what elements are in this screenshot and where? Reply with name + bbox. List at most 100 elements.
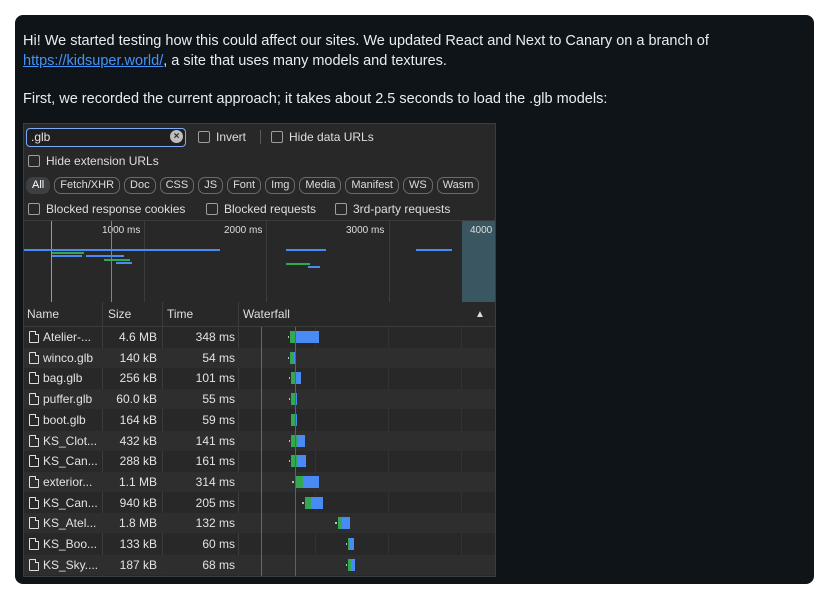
- waterfall-queue: [289, 439, 290, 442]
- blocked-requests-checkbox[interactable]: Blocked requests: [206, 202, 316, 216]
- column-header-time[interactable]: Time: [167, 307, 193, 321]
- sort-ascending-icon[interactable]: ▲: [475, 309, 485, 320]
- third-party-label: 3rd-party requests: [353, 202, 451, 216]
- request-name: KS_Sky....: [43, 557, 99, 572]
- waterfall-queue: [346, 543, 347, 545]
- file-icon: [29, 351, 39, 364]
- network-overview[interactable]: 1000 ms 2000 ms 3000 ms 4000: [24, 220, 495, 303]
- type-filter-img[interactable]: Img: [265, 177, 296, 194]
- column-header-size[interactable]: Size: [108, 307, 131, 321]
- table-row[interactable]: KS_Boo... 133 kB 60 ms: [24, 534, 495, 554]
- overview-bar: [86, 255, 124, 257]
- request-time: 54 ms: [202, 350, 235, 365]
- file-icon: [29, 558, 39, 571]
- type-filter-bar: All Fetch/XHR Doc CSS JS Font Img Media …: [26, 177, 480, 194]
- request-time: 59 ms: [202, 412, 235, 427]
- checkbox-box: [28, 155, 40, 167]
- request-time: 55 ms: [202, 392, 235, 407]
- request-name: KS_Can...: [43, 454, 98, 469]
- type-filter-font[interactable]: Font: [227, 177, 262, 194]
- blocked-requests-label: Blocked requests: [224, 202, 317, 216]
- file-icon: [29, 455, 39, 468]
- request-size: 4.6 MB: [118, 330, 157, 344]
- overview-tick: [389, 221, 390, 302]
- overview-bar: [24, 249, 220, 251]
- waterfall-download: [295, 331, 319, 343]
- hide-data-urls-checkbox[interactable]: Hide data URLs: [271, 130, 374, 144]
- type-filter-fetch-xhr[interactable]: Fetch/XHR: [54, 177, 121, 194]
- load-event-line: [295, 327, 296, 576]
- dom-content-loaded-line: [261, 327, 262, 576]
- table-row[interactable]: bag.glb 256 kB 101 ms: [24, 368, 495, 388]
- third-party-checkbox[interactable]: 3rd-party requests: [335, 202, 450, 216]
- request-size: 1.1 MB: [118, 474, 157, 489]
- table-row[interactable]: boot.glb 164 kB 59 ms: [24, 410, 495, 430]
- request-name: puffer.glb: [43, 392, 93, 407]
- request-name: KS_Atel...: [43, 516, 97, 531]
- toolbar-divider: [260, 130, 261, 144]
- type-filter-manifest[interactable]: Manifest: [345, 177, 399, 194]
- waterfall-download: [311, 496, 323, 509]
- type-filter-ws[interactable]: WS: [402, 177, 433, 194]
- file-icon: [29, 413, 39, 426]
- request-time: 132 ms: [195, 516, 235, 531]
- column-header-waterfall[interactable]: Waterfall: [243, 307, 290, 321]
- type-filter-all[interactable]: All: [26, 177, 51, 194]
- checkbox-box: [271, 131, 283, 143]
- table-row[interactable]: exterior... 1.1 MB 314 ms: [24, 471, 495, 492]
- request-time: 68 ms: [202, 557, 235, 572]
- blocked-cookies-label: Blocked response cookies: [46, 202, 186, 216]
- message-recording-note: First, we recorded the current approach;…: [23, 91, 608, 107]
- type-filter-wasm[interactable]: Wasm: [436, 177, 480, 194]
- hide-extension-urls-label: Hide extension URLs: [46, 154, 159, 168]
- type-filter-media[interactable]: Media: [299, 177, 342, 194]
- overview-bar: [52, 255, 82, 257]
- table-row[interactable]: Atelier-... 4.6 MB 348 ms: [24, 327, 495, 347]
- waterfall-queue: [289, 398, 290, 401]
- file-icon: [29, 538, 39, 550]
- waterfall-queue: [346, 563, 347, 566]
- request-time: 314 ms: [195, 474, 235, 489]
- type-filter-js[interactable]: JS: [198, 177, 224, 194]
- request-size: 1.8 MB: [118, 516, 157, 531]
- filter-input[interactable]: .glb ×: [26, 128, 186, 147]
- table-row[interactable]: KS_Can... 940 kB 205 ms: [24, 493, 495, 513]
- table-row[interactable]: winco.glb 140 kB 54 ms: [24, 347, 495, 368]
- overview-bar: [308, 266, 320, 268]
- waterfall-download: [298, 434, 305, 447]
- file-icon: [29, 517, 39, 530]
- table-row[interactable]: KS_Sky.... 187 kB 68 ms: [24, 554, 495, 575]
- overview-tick: [144, 221, 145, 302]
- site-link[interactable]: https://kidsuper.world/: [23, 53, 163, 69]
- waterfall-download: [342, 517, 350, 530]
- table-row[interactable]: puffer.glb 60.0 kB 55 ms: [24, 389, 495, 410]
- overview-bar: [116, 262, 132, 264]
- request-size: 256 kB: [119, 371, 157, 386]
- overview-bar: [286, 249, 326, 251]
- filter-value: .glb: [31, 130, 51, 144]
- invert-checkbox[interactable]: Invert: [198, 130, 246, 144]
- waterfall-download: [298, 455, 306, 468]
- request-name: KS_Can...: [43, 495, 98, 510]
- hide-data-urls-label: Hide data URLs: [289, 130, 374, 144]
- overview-label-4000: 4000: [470, 225, 493, 236]
- request-name: KS_Boo...: [43, 537, 98, 551]
- blocked-cookies-checkbox[interactable]: Blocked response cookies: [28, 202, 185, 216]
- clear-icon[interactable]: ×: [170, 130, 183, 143]
- waterfall-queue: [292, 480, 294, 483]
- table-row[interactable]: KS_Clot... 432 kB 141 ms: [24, 430, 495, 451]
- request-size: 432 kB: [119, 433, 157, 448]
- request-time: 141 ms: [195, 433, 235, 448]
- column-header-name[interactable]: Name: [27, 307, 59, 321]
- overview-bar: [286, 263, 310, 265]
- invert-label: Invert: [216, 130, 247, 144]
- table-row[interactable]: KS_Can... 288 kB 161 ms: [24, 451, 495, 471]
- devtools-network-panel: .glb × Invert Hide data URLs Hide extens…: [23, 123, 496, 577]
- type-filter-doc[interactable]: Doc: [124, 177, 156, 194]
- type-filter-css[interactable]: CSS: [159, 177, 195, 194]
- hide-extension-urls-checkbox[interactable]: Hide extension URLs: [28, 154, 159, 168]
- overview-label-3000: 3000 ms: [346, 225, 385, 236]
- waterfall-download: [350, 538, 354, 550]
- table-row[interactable]: KS_Atel... 1.8 MB 132 ms: [24, 513, 495, 534]
- waterfall-queue: [288, 356, 289, 359]
